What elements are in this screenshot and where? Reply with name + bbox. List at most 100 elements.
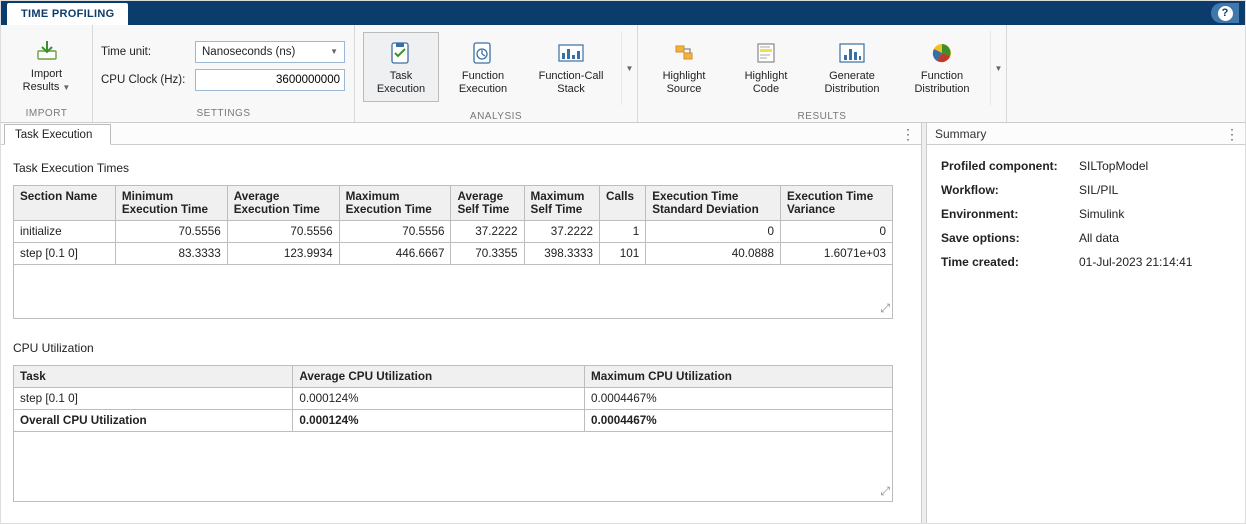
chevron-down-icon: ▼ bbox=[995, 64, 1003, 73]
column-header[interactable]: Maximum Self Time bbox=[524, 186, 600, 221]
summary-value: Simulink bbox=[1079, 207, 1124, 221]
cell: 1.6071e+03 bbox=[781, 243, 893, 265]
chevron-down-icon: ▼ bbox=[626, 64, 634, 73]
highlight-source-button[interactable]: Highlight Source bbox=[646, 32, 722, 102]
cell: 0.000124% bbox=[293, 410, 585, 432]
function-distribution-button[interactable]: Function Distribution bbox=[900, 32, 984, 102]
task-execution-icon bbox=[385, 39, 417, 67]
cell: 0 bbox=[781, 221, 893, 243]
expand-icon[interactable]: ⤢ bbox=[880, 484, 890, 499]
table-row[interactable]: initialize70.555670.555670.555637.222237… bbox=[14, 221, 893, 243]
column-header[interactable]: Minimum Execution Time bbox=[115, 186, 227, 221]
cpu-clock-input[interactable] bbox=[195, 69, 345, 91]
cell: 123.9934 bbox=[227, 243, 339, 265]
ribbon-group-settings: Time unit: Nanoseconds (ns) ▼ CPU Clock … bbox=[93, 25, 355, 122]
summary-key: Environment: bbox=[941, 207, 1079, 221]
function-execution-button[interactable]: Function Execution bbox=[445, 32, 521, 102]
highlight-code-icon bbox=[750, 39, 782, 67]
summary-key: Time created: bbox=[941, 255, 1079, 269]
cell: 70.5556 bbox=[227, 221, 339, 243]
column-header[interactable]: Average Self Time bbox=[451, 186, 524, 221]
summary-key: Profiled component: bbox=[941, 159, 1079, 173]
summary-title: Summary bbox=[935, 127, 986, 141]
ribbon-group-import: Import Results ▼ IMPORT bbox=[1, 25, 93, 122]
summary-key: Workflow: bbox=[941, 183, 1079, 197]
column-header[interactable]: Execution Time Standard Deviation bbox=[646, 186, 781, 221]
group-label-settings: SETTINGS bbox=[93, 106, 354, 122]
function-call-stack-button[interactable]: Function-Call Stack bbox=[527, 32, 615, 102]
cell: 0 bbox=[646, 221, 781, 243]
panel-menu-button[interactable]: ⋮ bbox=[901, 126, 915, 143]
cell: 37.2222 bbox=[524, 221, 600, 243]
time-unit-dropdown[interactable]: Nanoseconds (ns) ▼ bbox=[195, 41, 345, 63]
summary-header: Summary ⋮ bbox=[927, 123, 1245, 145]
import-results-button[interactable]: Import Results ▼ bbox=[9, 31, 84, 101]
highlight-code-button[interactable]: Highlight Code bbox=[728, 32, 804, 102]
main-area: Task Execution ⋮ Task Execution Times Se… bbox=[1, 123, 1245, 523]
tab-task-execution[interactable]: Task Execution bbox=[4, 124, 111, 145]
title-bar: TIME PROFILING ? bbox=[1, 1, 1245, 25]
toolstrip-tab-time-profiling[interactable]: TIME PROFILING bbox=[7, 3, 128, 25]
column-header[interactable]: Execution Time Variance bbox=[781, 186, 893, 221]
cell: step [0.1 0] bbox=[14, 243, 116, 265]
pie-chart-icon bbox=[926, 39, 958, 67]
summary-panel: Summary ⋮ Profiled component:SILTopModel… bbox=[927, 123, 1245, 523]
table-row[interactable]: step [0.1 0]0.000124%0.0004467% bbox=[14, 388, 893, 410]
summary-row: Workflow:SIL/PIL bbox=[941, 183, 1231, 197]
results-more-dropdown[interactable]: ▼ bbox=[990, 31, 1006, 105]
analysis-more-dropdown[interactable]: ▼ bbox=[621, 31, 637, 105]
generate-distribution-label: Generate Distribution bbox=[824, 70, 879, 96]
cell: 398.3333 bbox=[524, 243, 600, 265]
summary-key: Save options: bbox=[941, 231, 1079, 245]
ribbon-group-analysis: Task Execution Function Execution Functi… bbox=[355, 25, 638, 122]
summary-row: Environment:Simulink bbox=[941, 207, 1231, 221]
generate-distribution-icon bbox=[836, 39, 868, 67]
column-header[interactable]: Average CPU Utilization bbox=[293, 366, 585, 388]
summary-row: Save options:All data bbox=[941, 231, 1231, 245]
cell: 0.000124% bbox=[293, 388, 585, 410]
function-execution-icon bbox=[467, 39, 499, 67]
generate-distribution-button[interactable]: Generate Distribution bbox=[810, 32, 894, 102]
import-icon bbox=[31, 37, 63, 65]
table-row[interactable]: Overall CPU Utilization0.000124%0.000446… bbox=[14, 410, 893, 432]
cell: step [0.1 0] bbox=[14, 388, 293, 410]
exec-table-pad: ⤢ bbox=[13, 265, 893, 319]
panel-menu-button[interactable]: ⋮ bbox=[1225, 126, 1239, 143]
summary-row: Time created:01-Jul-2023 21:14:41 bbox=[941, 255, 1231, 269]
cell: initialize bbox=[14, 221, 116, 243]
column-header[interactable]: Maximum CPU Utilization bbox=[584, 366, 892, 388]
section-title-exec-times: Task Execution Times bbox=[13, 161, 915, 175]
cell: 0.0004467% bbox=[584, 410, 892, 432]
table-row[interactable]: step [0.1 0]83.3333123.9934446.666770.33… bbox=[14, 243, 893, 265]
function-call-stack-icon bbox=[555, 39, 587, 67]
task-execution-button[interactable]: Task Execution bbox=[363, 32, 439, 102]
document-tab-strip: Task Execution ⋮ bbox=[1, 123, 921, 145]
highlight-source-label: Highlight Source bbox=[663, 70, 706, 96]
column-header[interactable]: Calls bbox=[600, 186, 646, 221]
cpu-table-pad: ⤢ bbox=[13, 432, 893, 502]
column-header[interactable]: Maximum Execution Time bbox=[339, 186, 451, 221]
summary-value: 01-Jul-2023 21:14:41 bbox=[1079, 255, 1192, 269]
ribbon-group-results: Highlight Source Highlight Code Generate… bbox=[638, 25, 1007, 122]
app-window: TIME PROFILING ? Import Results ▼ IMPORT bbox=[0, 0, 1246, 524]
column-header[interactable]: Section Name bbox=[14, 186, 116, 221]
expand-icon[interactable]: ⤢ bbox=[880, 301, 890, 316]
highlight-code-label: Highlight Code bbox=[745, 70, 788, 96]
cell: 446.6667 bbox=[339, 243, 451, 265]
chevron-down-icon: ▼ bbox=[62, 83, 70, 92]
cell: 101 bbox=[600, 243, 646, 265]
cell: 70.3355 bbox=[451, 243, 524, 265]
summary-value: All data bbox=[1079, 231, 1119, 245]
column-header[interactable]: Task bbox=[14, 366, 293, 388]
section-title-cpu-util: CPU Utilization bbox=[13, 341, 915, 355]
cpu-util-table: TaskAverage CPU UtilizationMaximum CPU U… bbox=[13, 365, 893, 432]
summary-body: Profiled component:SILTopModelWorkflow:S… bbox=[927, 145, 1245, 293]
cell: 37.2222 bbox=[451, 221, 524, 243]
help-button[interactable]: ? bbox=[1211, 3, 1239, 23]
cell: 70.5556 bbox=[339, 221, 451, 243]
function-distribution-label: Function Distribution bbox=[914, 70, 969, 96]
cell: Overall CPU Utilization bbox=[14, 410, 293, 432]
highlight-source-icon bbox=[668, 39, 700, 67]
column-header[interactable]: Average Execution Time bbox=[227, 186, 339, 221]
summary-row: Profiled component:SILTopModel bbox=[941, 159, 1231, 173]
